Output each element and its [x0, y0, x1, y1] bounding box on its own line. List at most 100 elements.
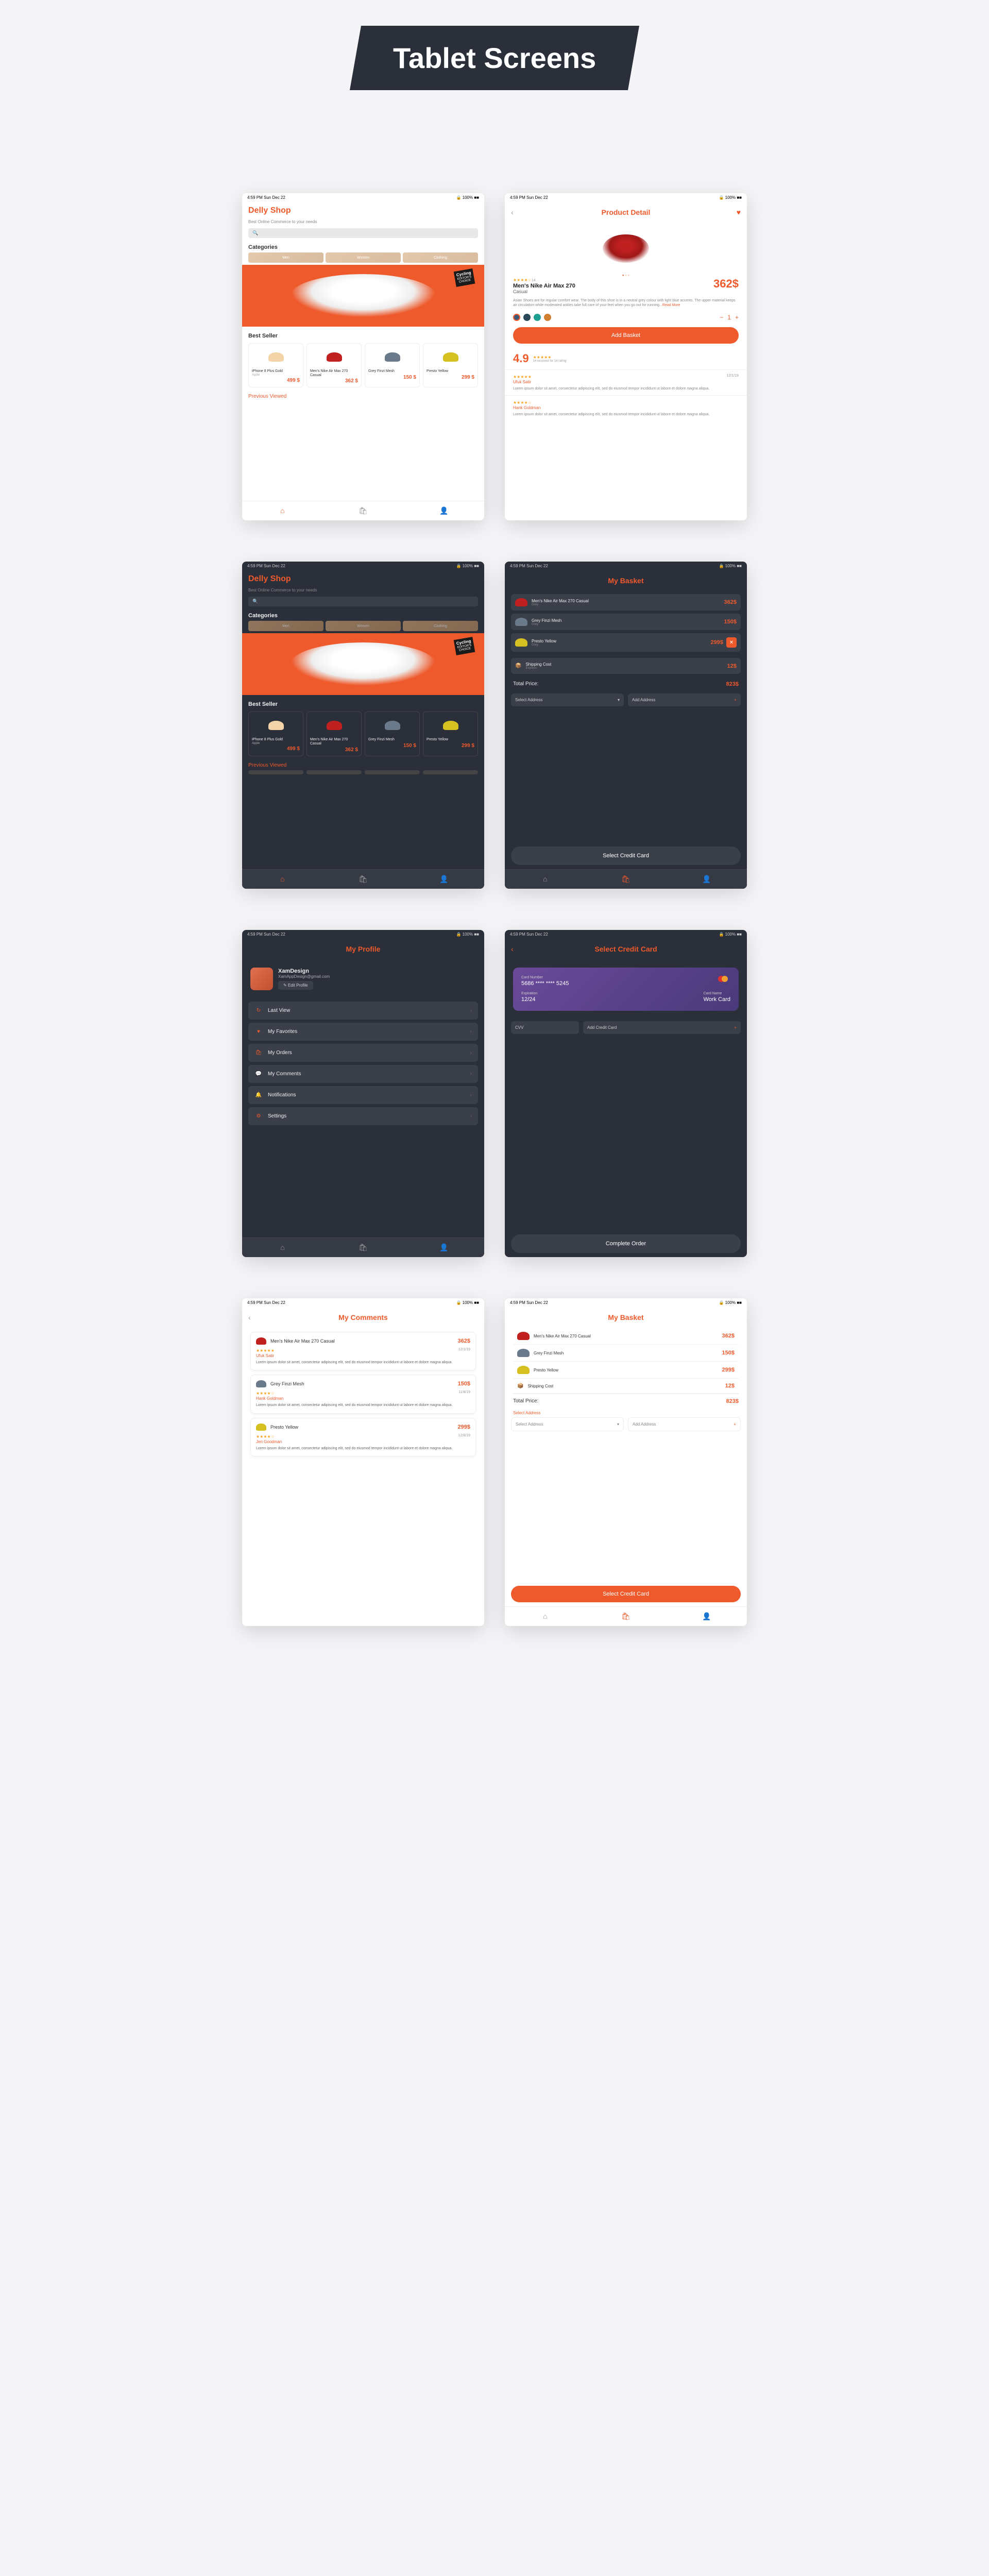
add-basket-button[interactable]: Add Basket — [513, 327, 739, 344]
item-image-icon — [517, 1349, 530, 1357]
tab-user[interactable]: 👤 — [403, 501, 484, 520]
tab-user[interactable]: 👤 — [666, 870, 747, 889]
tab-user[interactable]: 👤 — [403, 870, 484, 889]
product-image-icon — [268, 721, 284, 730]
basket-item[interactable]: Presto YellowGrey 299$ ✕ — [511, 633, 741, 652]
comment-date: 12/8/19 — [458, 1434, 470, 1437]
item-image-icon — [517, 1332, 530, 1340]
item-name: Presto Yellow — [534, 1368, 722, 1372]
product-card[interactable]: Presto Yellow 299 $ — [423, 711, 478, 756]
favorite-icon[interactable]: ♥ — [737, 208, 741, 216]
tab-bag[interactable]: 🛍 — [323, 501, 404, 520]
delete-button[interactable]: ✕ — [726, 637, 737, 648]
product-sub: Apple — [252, 742, 300, 745]
search-input[interactable]: 🔍 — [248, 228, 478, 238]
tab-home[interactable]: ⌂ — [505, 1607, 586, 1626]
qty-plus[interactable]: + — [735, 314, 739, 321]
read-more-link[interactable]: Read More — [662, 303, 680, 307]
category-chip[interactable]: Men — [248, 621, 323, 631]
category-chip[interactable]: Clothing — [403, 621, 478, 631]
product-card[interactable]: Grey Finzi Mesh 150 $ — [365, 343, 420, 387]
menu-item[interactable]: 💬 My Comments › — [248, 1065, 478, 1083]
credit-card[interactable]: Card Number 5686 **** **** 5245 Expirati… — [513, 968, 739, 1011]
tab-bag[interactable]: 🛍 — [586, 870, 667, 889]
basket-item[interactable]: Men's Nike Air Max 270 Casual 362$ — [513, 1328, 739, 1345]
select-card-button[interactable]: Select Credit Card — [511, 846, 741, 865]
tab-user[interactable]: 👤 — [403, 1238, 484, 1257]
category-chip[interactable]: Men — [248, 252, 323, 263]
tab-bar: ⌂ 🛍 👤 — [242, 1238, 484, 1257]
basket-item[interactable]: Grey Finzi Mesh 150$ — [513, 1345, 739, 1362]
comment-user: Jen Goodman — [256, 1439, 470, 1444]
back-button[interactable]: ‹ — [248, 1313, 251, 1321]
tab-home[interactable]: ⌂ — [505, 870, 586, 889]
menu-label: My Favorites — [268, 1029, 297, 1035]
hero-banner[interactable]: CyclingEDITOR'SCHOICE — [242, 633, 484, 695]
cvv-input[interactable]: CVV — [511, 1021, 579, 1034]
page-title: Select Credit Card — [505, 939, 747, 959]
tab-home[interactable]: ⌂ — [242, 1238, 323, 1257]
status-bar: 4:59 PM Sun Dec 22🔒 100% ■■ — [242, 193, 484, 202]
swatch[interactable] — [523, 314, 531, 321]
product-name: iPhone 8 Plus Gold — [252, 738, 300, 742]
screen-credit-card: 4:59 PM Sun Dec 22🔒 100% ■■ ‹ Select Cre… — [505, 930, 747, 1257]
hero-banner[interactable]: CyclingEDITOR'SCHOICE — [242, 265, 484, 327]
add-card-button[interactable]: Add Credit Card+ — [583, 1021, 741, 1034]
avatar — [250, 968, 273, 990]
menu-item[interactable]: ↻ Last View › — [248, 1002, 478, 1020]
comment-product-icon — [256, 1423, 266, 1431]
menu-item[interactable]: 🔔 Notifications › — [248, 1086, 478, 1104]
select-card-button[interactable]: Select Credit Card — [511, 1586, 741, 1602]
edit-profile-button[interactable]: ✎ Edit Profile — [278, 981, 313, 990]
complete-order-button[interactable]: Complete Order — [511, 1234, 741, 1253]
select-address-dropdown[interactable]: Select Address▾ — [511, 1417, 624, 1431]
add-address-button[interactable]: Add Address+ — [628, 693, 741, 706]
swatch[interactable] — [544, 314, 551, 321]
product-subtitle: Casual — [513, 289, 739, 294]
tab-home[interactable]: ⌂ — [242, 501, 323, 520]
tab-bag[interactable]: 🛍 — [323, 1238, 404, 1257]
item-price: 362$ — [724, 599, 737, 605]
tab-user[interactable]: 👤 — [666, 1607, 747, 1626]
menu-icon: 💬 — [254, 1071, 263, 1077]
basket-item[interactable]: Men's Nike Air Max 270 CasualGrey 362$ — [511, 594, 741, 611]
basket-item[interactable]: Grey Finzi MeshGrey 150$ — [511, 614, 741, 630]
qty-minus[interactable]: − — [720, 314, 723, 321]
product-card[interactable]: Presto Yellow 299 $ — [423, 343, 478, 387]
add-address-button[interactable]: Add Address+ — [628, 1417, 741, 1431]
card-expiry: 12/24 — [521, 996, 537, 1003]
category-row: Men Women Clothing — [242, 252, 484, 263]
select-address-dropdown[interactable]: Select Address▾ — [511, 693, 624, 706]
status-bar: 4:59 PM Sun Dec 22🔒 100% ■■ — [505, 1298, 747, 1307]
product-card[interactable]: Grey Finzi Mesh 150 $ — [365, 711, 420, 756]
review-text: Lorem ipsum dolor sit amet, consectetur … — [513, 412, 739, 417]
tab-home[interactable]: ⌂ — [242, 870, 323, 889]
category-chip[interactable]: Clothing — [403, 252, 478, 263]
menu-icon: ↻ — [254, 1008, 263, 1013]
product-card[interactable]: iPhone 8 Plus Gold Apple 499 $ — [248, 343, 303, 387]
tab-bag[interactable]: 🛍 — [586, 1607, 667, 1626]
back-button[interactable]: ‹ — [511, 945, 514, 953]
menu-item[interactable]: 🛍 My Orders › — [248, 1044, 478, 1062]
comment-product-price: 362$ — [458, 1338, 470, 1344]
profile-header: XamDesign XamAppDesign@gmail.com ✎ Edit … — [242, 959, 484, 998]
category-chip[interactable]: Women — [326, 252, 401, 263]
basket-item[interactable]: Presto Yellow 299$ — [513, 1362, 739, 1379]
menu-item[interactable]: ⚙ Settings › — [248, 1107, 478, 1125]
product-card[interactable]: Men's Nike Air Max 270 Casual 362 $ — [306, 711, 362, 756]
product-price: 499 $ — [252, 746, 300, 752]
rating-summary: 4.9 ★★★★★14 received for 14 rating — [505, 348, 747, 369]
item-price: 150$ — [724, 619, 737, 625]
swatch[interactable] — [513, 314, 520, 321]
menu-item[interactable]: ♥ My Favorites › — [248, 1023, 478, 1041]
swatch[interactable] — [534, 314, 541, 321]
search-input[interactable]: 🔍 — [248, 597, 478, 606]
item-price: 150$ — [722, 1350, 735, 1356]
category-chip[interactable]: Women — [326, 621, 401, 631]
tab-bag[interactable]: 🛍 — [323, 870, 404, 889]
item-price: 362$ — [722, 1333, 735, 1339]
shipping-row: 📦 Shipping Cost 12$ — [513, 1379, 739, 1394]
product-card[interactable]: Men's Nike Air Max 270 Casual 362 $ — [306, 343, 362, 387]
product-card[interactable]: iPhone 8 Plus Gold Apple 499 $ — [248, 711, 303, 756]
back-button[interactable]: ‹ — [511, 208, 514, 216]
